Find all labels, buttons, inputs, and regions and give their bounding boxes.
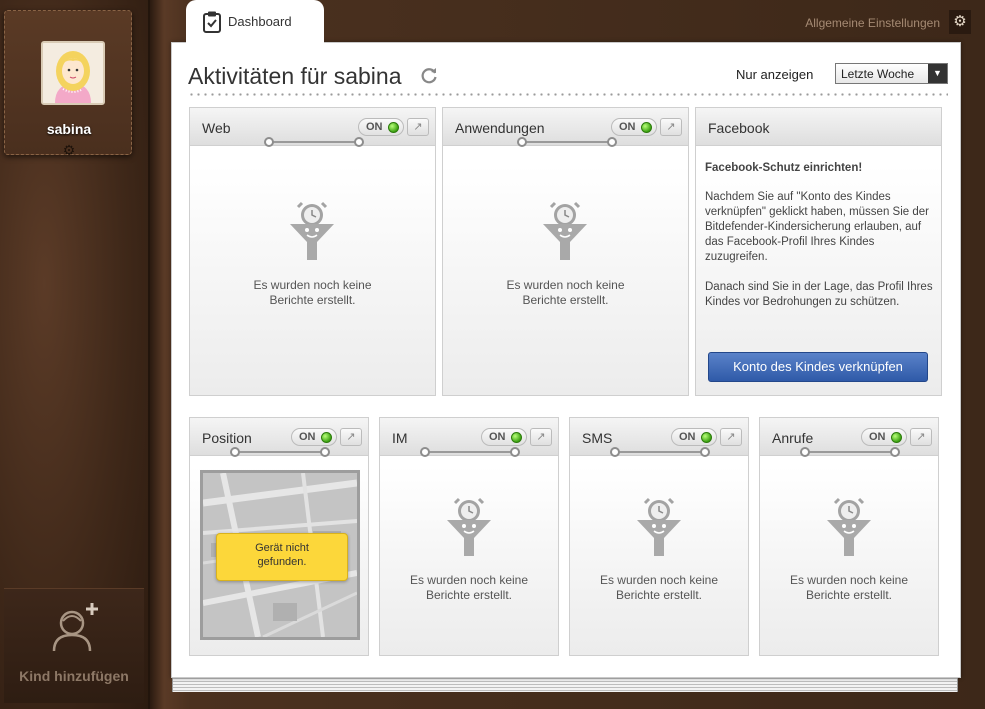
card-im-title: IM <box>392 430 408 446</box>
empty-line-1: Es wurden noch keine <box>789 573 909 587</box>
empty-line-2: Berichte erstellt. <box>522 293 609 307</box>
stopwatch-funnel-icon <box>827 497 871 556</box>
card-rail <box>230 447 330 459</box>
im-toggle-label: ON <box>489 431 506 443</box>
period-select[interactable]: Letzte Woche ▼ <box>835 63 948 84</box>
status-led-icon <box>511 432 522 443</box>
calls-toggle[interactable]: ON <box>861 428 907 446</box>
stopwatch-funnel-icon <box>637 497 681 556</box>
card-rail <box>610 447 710 459</box>
paper-stack <box>172 676 958 692</box>
card-facebook: Facebook Facebook-Schutz einrichten! Nac… <box>695 107 942 396</box>
tab-dashboard-label: Dashboard <box>228 14 292 29</box>
tab-dashboard[interactable]: Dashboard <box>186 0 324 44</box>
web-toggle-label: ON <box>366 121 383 133</box>
general-settings-gear-icon[interactable]: ⚙ <box>949 10 971 34</box>
chevron-down-icon: ▼ <box>928 64 947 83</box>
page-title: Aktivitäten für sabina <box>188 63 402 89</box>
card-rail <box>420 447 520 459</box>
facebook-paragraph-2: Danach sind Sie in der Lage, das Profil … <box>705 281 933 308</box>
calls-toggle-label: ON <box>869 431 886 443</box>
empty-line-2: Berichte erstellt. <box>615 588 703 602</box>
link-child-account-button[interactable]: Konto des Kindes verknüpfen <box>708 352 928 382</box>
sms-open-link-icon[interactable]: ↗ <box>720 428 742 446</box>
child-profile-card[interactable]: sabina ⚙ <box>4 10 132 158</box>
card-web: Web ON ↗ Es wurden noch keine Berichte e… <box>189 107 436 396</box>
card-facebook-header: Facebook <box>696 108 941 146</box>
apps-toggle-label: ON <box>619 121 636 133</box>
stopwatch-funnel-icon <box>290 201 334 260</box>
card-rail <box>264 137 364 149</box>
position-toggle[interactable]: ON <box>291 428 337 446</box>
location-map[interactable]: Gerät nicht gefunden. <box>200 470 360 640</box>
card-rail <box>517 137 617 149</box>
calls-empty-text: Es wurden noch keine Berichte erstellt. <box>760 573 938 603</box>
clipboard-icon <box>203 11 221 33</box>
im-toggle[interactable]: ON <box>481 428 527 446</box>
child-name: sabina <box>46 121 92 137</box>
empty-line-1: Es wurden noch keine <box>253 278 372 292</box>
card-im: IM ON ↗ Es wurden noch keine Berichte er… <box>379 417 559 656</box>
apps-empty-text: Es wurden noch keine Berichte erstellt. <box>443 278 688 308</box>
empty-line-2: Berichte erstellt. <box>269 293 356 307</box>
card-position: Position ON ↗ Gerät nicht gefunden. <box>189 417 369 656</box>
card-web-title: Web <box>202 120 231 136</box>
card-calls: Anrufe ON ↗ Es wurden noch keine Bericht… <box>759 417 939 656</box>
empty-line-1: Es wurden noch keine <box>599 573 719 587</box>
web-empty-text: Es wurden noch keine Berichte erstellt. <box>190 278 435 308</box>
sms-empty-text: Es wurden noch keine Berichte erstellt. <box>570 573 748 603</box>
position-open-link-icon[interactable]: ↗ <box>340 428 362 446</box>
facebook-heading: Facebook-Schutz einrichten! <box>705 162 863 174</box>
refresh-icon[interactable] <box>419 65 439 85</box>
position-toggle-label: ON <box>299 431 316 443</box>
calls-open-link-icon[interactable]: ↗ <box>910 428 932 446</box>
period-select-value: Letzte Woche <box>841 67 915 81</box>
status-led-icon <box>891 432 902 443</box>
status-led-icon <box>388 122 399 133</box>
child-settings-gear-icon[interactable]: ⚙ <box>61 142 77 158</box>
device-not-found-popup: Gerät nicht gefunden. <box>216 533 348 581</box>
filter-label: Nur anzeigen <box>736 67 814 82</box>
facebook-paragraph-1: Nachdem Sie auf "Konto des Kindes verknü… <box>705 191 929 263</box>
sms-toggle[interactable]: ON <box>671 428 717 446</box>
card-position-title: Position <box>202 430 252 446</box>
title-divider <box>188 93 948 96</box>
sms-toggle-label: ON <box>679 431 696 443</box>
status-led-icon <box>701 432 712 443</box>
popup-line-2: gefunden. <box>257 556 307 568</box>
im-empty-text: Es wurden noch keine Berichte erstellt. <box>380 573 558 603</box>
add-child-label: Kind hinzufügen <box>19 668 129 684</box>
card-sms-title: SMS <box>582 430 613 446</box>
card-rail <box>800 447 900 459</box>
apps-toggle[interactable]: ON <box>611 118 657 136</box>
web-open-link-icon[interactable]: ↗ <box>407 118 429 136</box>
card-facebook-title: Facebook <box>708 120 770 136</box>
empty-line-2: Berichte erstellt. <box>425 588 513 602</box>
apps-open-link-icon[interactable]: ↗ <box>660 118 682 136</box>
im-open-link-icon[interactable]: ↗ <box>530 428 552 446</box>
status-led-icon <box>321 432 332 443</box>
empty-line-1: Es wurden noch keine <box>409 573 529 587</box>
add-person-icon <box>52 603 98 652</box>
empty-line-1: Es wurden noch keine <box>506 278 625 292</box>
add-child-button[interactable]: Kind hinzufügen <box>4 588 144 703</box>
card-apps-title: Anwendungen <box>455 120 545 136</box>
child-sidebar: sabina ⚙ Kind hinzufügen <box>0 0 150 709</box>
general-settings-link[interactable]: Allgemeine Einstellungen <box>805 16 940 30</box>
stopwatch-funnel-icon <box>447 497 491 556</box>
empty-line-2: Berichte erstellt. <box>805 588 893 602</box>
web-toggle[interactable]: ON <box>358 118 404 136</box>
status-led-icon <box>641 122 652 133</box>
child-avatar <box>41 41 105 105</box>
card-sms: SMS ON ↗ Es wurden noch keine Berichte e… <box>569 417 749 656</box>
card-calls-title: Anrufe <box>772 430 814 446</box>
stopwatch-funnel-icon <box>543 201 587 260</box>
card-apps: Anwendungen ON ↗ Es wurden noch keine Be… <box>442 107 689 396</box>
facebook-description: Facebook-Schutz einrichten! Nachdem Sie … <box>705 161 935 310</box>
girl-avatar-icon <box>43 43 103 103</box>
popup-line-1: Gerät nicht <box>255 542 309 554</box>
